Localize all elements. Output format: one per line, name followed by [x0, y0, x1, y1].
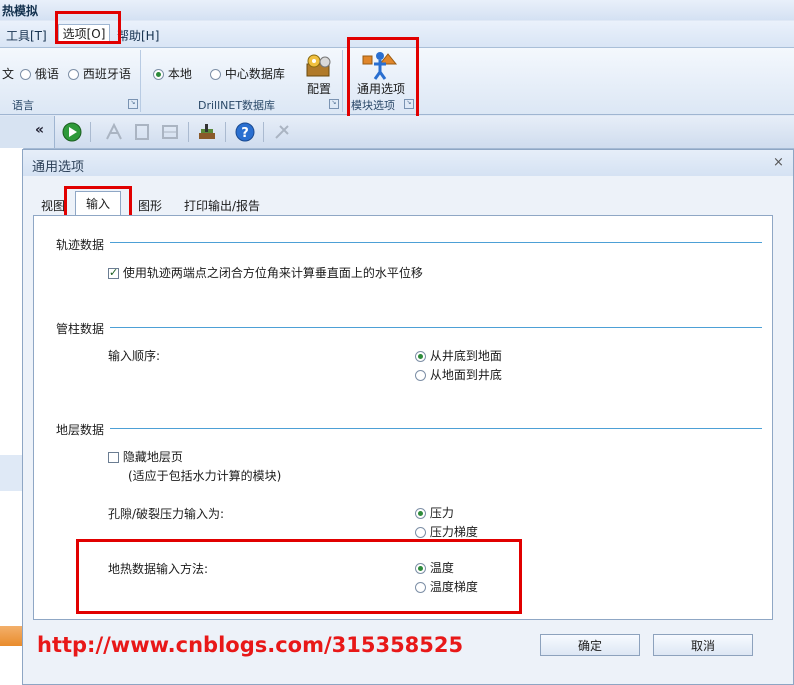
watermark-url: http://www.cnblogs.com/315358525 [37, 633, 464, 657]
language-russian-label: 俄语 [34, 67, 59, 81]
dialog-title: 通用选项 [32, 160, 85, 175]
left-navigation-panel [0, 148, 24, 685]
highlight-general-options [347, 37, 419, 121]
config-icon[interactable] [303, 52, 335, 80]
pressure-input-label: 孔隙/破裂压力输入为: [108, 507, 225, 521]
run-icon[interactable] [62, 122, 82, 142]
trajectory-checkbox-row[interactable]: 使用轨迹两端点之闭合方位角来计算垂直面上的水平位移 [108, 264, 423, 281]
language-spanish-label: 西班牙语 [82, 67, 131, 81]
section-title-formation: 地层数据 [56, 423, 105, 437]
radio-central[interactable] [210, 69, 221, 80]
db-dialog-launcher-icon[interactable]: ↘ [329, 99, 339, 109]
language-partial-option[interactable]: 文 [2, 65, 14, 82]
trajectory-checkbox-label: 使用轨迹两端点之闭合方位角来计算垂直面上的水平位移 [122, 266, 423, 280]
toolbar-separator [263, 122, 264, 142]
section-title-tubular: 管柱数据 [56, 322, 105, 336]
hide-formation-row[interactable]: 隐藏地层页 [108, 448, 183, 465]
close-icon[interactable]: × [773, 155, 784, 170]
help-icon[interactable]: ? [235, 122, 255, 142]
order-option-top-down[interactable]: 从地面到井底 [415, 366, 502, 383]
radio-russian[interactable] [20, 69, 31, 80]
toolbar-separator [225, 122, 226, 142]
sidebar-header [0, 116, 55, 148]
input-order-label: 输入顺序: [108, 349, 161, 363]
bottom-up-label: 从井底到地面 [429, 349, 502, 363]
order-option-bottom-up[interactable]: 从井底到地面 [415, 347, 502, 364]
language-group-label: 语言 [12, 99, 34, 112]
left-panel-item[interactable] [0, 455, 22, 491]
radio-top-down[interactable] [415, 370, 426, 381]
section-title-trajectory: 轨迹数据 [56, 238, 105, 252]
language-partial-label: 文 [2, 67, 15, 81]
menu-tools[interactable]: 工具[T] [6, 27, 47, 44]
language-dialog-launcher-icon[interactable]: ↘ [128, 99, 138, 109]
status-strip [0, 626, 22, 646]
pressure-label: 压力 [429, 506, 454, 520]
pressure-gradient-label: 压力梯度 [429, 525, 478, 539]
db-local-option[interactable]: 本地 [153, 65, 192, 82]
cancel-button[interactable]: 取消 [653, 634, 753, 656]
dialog-titlebar [23, 150, 793, 176]
language-spanish-option[interactable]: 西班牙语 [68, 65, 131, 82]
menu-help[interactable]: 帮助[H] [117, 27, 159, 44]
db-central-label: 中心数据库 [224, 67, 285, 81]
layers-icon[interactable] [197, 122, 217, 142]
toolbar-separator [188, 122, 189, 142]
tool-disabled-icon[interactable] [272, 122, 292, 142]
radio-local[interactable] [153, 69, 164, 80]
highlight-thermal-input [76, 539, 522, 614]
ok-button[interactable]: 确定 [540, 634, 640, 656]
db-local-label: 本地 [167, 67, 192, 81]
toolbar-separator [90, 122, 91, 142]
db-central-option[interactable]: 中心数据库 [210, 65, 285, 82]
db-group-label: DrillNET数据库 [198, 99, 276, 112]
radio-bottom-up[interactable] [415, 351, 426, 362]
section-divider [110, 428, 762, 429]
tab-graphics[interactable]: 图形 [138, 197, 162, 214]
highlight-menu-options [55, 11, 121, 44]
section-divider [110, 327, 762, 328]
pressure-option-pressure[interactable]: 压力 [415, 504, 454, 521]
pressure-option-gradient[interactable]: 压力梯度 [415, 523, 478, 540]
rig-icon[interactable] [104, 122, 124, 142]
radio-pressure[interactable] [415, 508, 426, 519]
radio-spanish[interactable] [68, 69, 79, 80]
hide-formation-label: 隐藏地层页 [122, 450, 183, 464]
grid-icon[interactable] [160, 122, 180, 142]
trajectory-checkbox[interactable] [108, 266, 119, 279]
svg-text:?: ? [241, 126, 249, 141]
section-divider [110, 242, 762, 243]
collapse-sidebar-button[interactable]: « [35, 122, 44, 138]
document-icon[interactable] [132, 122, 152, 142]
tab-view[interactable]: 视图 [41, 197, 65, 214]
tab-print-report[interactable]: 打印输出/报告 [184, 197, 260, 214]
config-button[interactable]: 配置 [307, 80, 331, 97]
top-down-label: 从地面到井底 [429, 368, 502, 382]
hide-formation-checkbox[interactable] [108, 452, 119, 463]
app-title: 热模拟 [2, 4, 39, 18]
hide-formation-note: (适应于包括水力计算的模块) [128, 469, 282, 483]
radio-pressure-gradient[interactable] [415, 527, 426, 538]
language-russian-option[interactable]: 俄语 [20, 65, 59, 82]
